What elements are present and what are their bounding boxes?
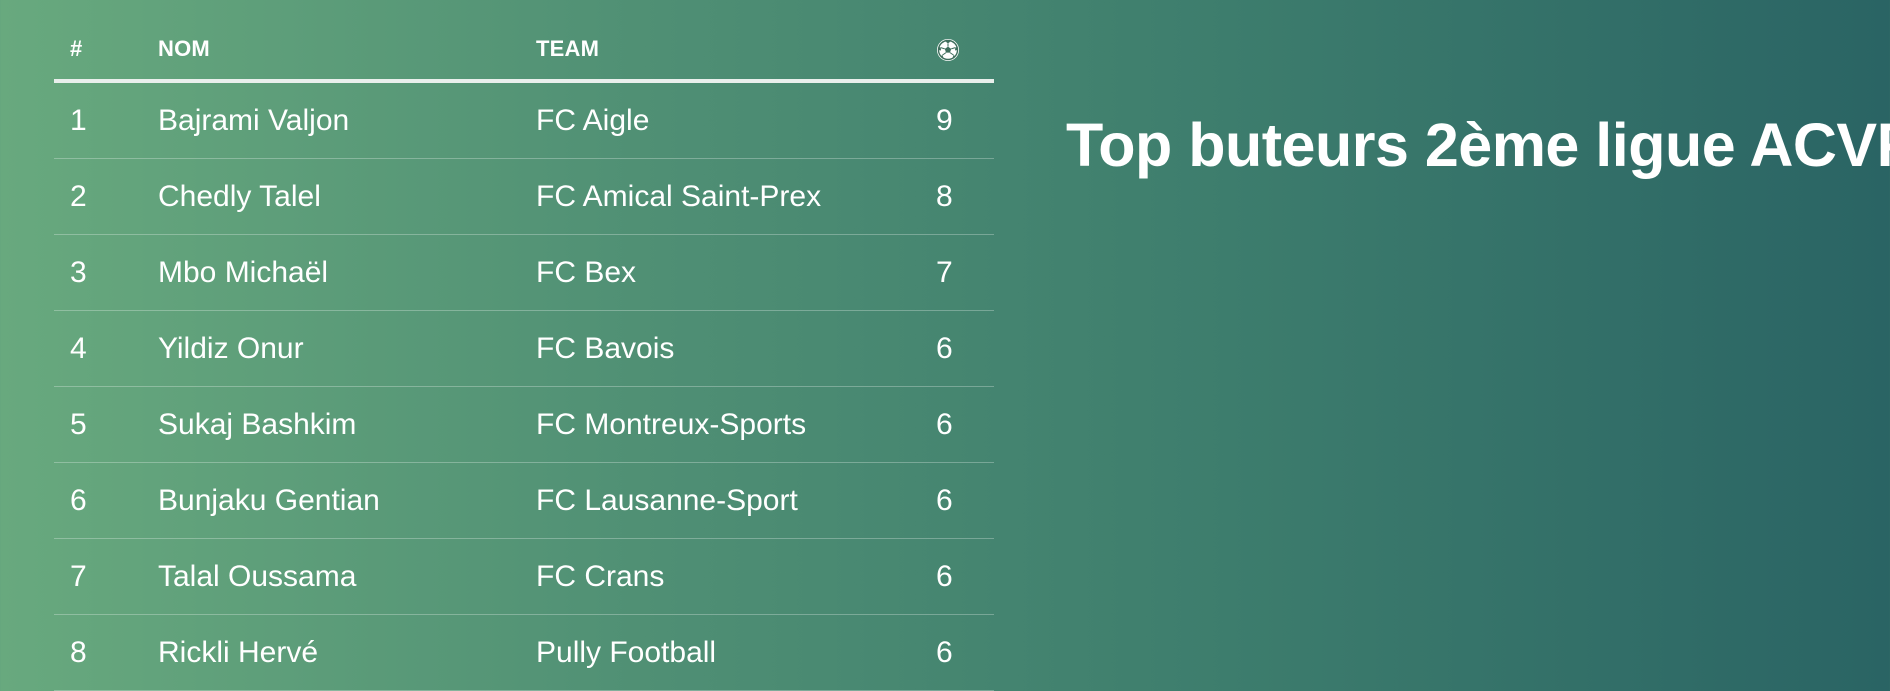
rank-column-header: # bbox=[54, 18, 158, 83]
player-name-cell: Yildiz Onur bbox=[158, 310, 536, 387]
table-row: 5 Sukaj Bashkim FC Montreux-Sports 6 bbox=[54, 386, 994, 463]
player-name-cell: Bajrami Valjon bbox=[158, 81, 536, 159]
rank-cell: 1 bbox=[54, 81, 158, 159]
team-cell: FC Bavois bbox=[536, 310, 936, 387]
rank-cell: 7 bbox=[54, 538, 158, 615]
team-cell: Pully Football bbox=[536, 614, 936, 691]
player-name-cell: Sukaj Bashkim bbox=[158, 386, 536, 463]
player-name-cell: Rickli Hervé bbox=[158, 614, 536, 691]
table-row: 1 Bajrami Valjon FC Aigle 9 bbox=[54, 81, 994, 159]
player-name-cell: Talal Oussama bbox=[158, 538, 536, 615]
rank-cell: 5 bbox=[54, 386, 158, 463]
player-name-cell: Chedly Talel bbox=[158, 158, 536, 235]
table-row: 4 Yildiz Onur FC Bavois 6 bbox=[54, 310, 994, 387]
rank-cell: 2 bbox=[54, 158, 158, 235]
team-cell: FC Aigle bbox=[536, 81, 936, 159]
goals-cell: 9 bbox=[936, 81, 994, 159]
table-body: 1 Bajrami Valjon FC Aigle 9 2 Chedly Tal… bbox=[54, 81, 994, 691]
header-row: # NOM TEAM bbox=[54, 18, 994, 83]
team-cell: FC Crans bbox=[536, 538, 936, 615]
goals-cell: 6 bbox=[936, 462, 994, 539]
team-column-header: TEAM bbox=[536, 18, 936, 83]
team-cell: FC Bex bbox=[536, 234, 936, 311]
rank-cell: 8 bbox=[54, 614, 158, 691]
table-header: # NOM TEAM bbox=[54, 18, 994, 83]
goals-cell: 6 bbox=[936, 538, 994, 615]
soccer-ball-icon bbox=[937, 38, 959, 61]
player-name-cell: Bunjaku Gentian bbox=[158, 462, 536, 539]
goals-column-header bbox=[936, 18, 994, 83]
goals-cell: 8 bbox=[936, 158, 994, 235]
goals-cell: 7 bbox=[936, 234, 994, 311]
team-cell: FC Lausanne-Sport bbox=[536, 462, 936, 539]
team-cell: FC Amical Saint-Prex bbox=[536, 158, 936, 235]
table-row: 6 Bunjaku Gentian FC Lausanne-Sport 6 bbox=[54, 462, 994, 539]
rank-cell: 4 bbox=[54, 310, 158, 387]
table-row: 8 Rickli Hervé Pully Football 6 bbox=[54, 614, 994, 691]
table-row: 3 Mbo Michaël FC Bex 7 bbox=[54, 234, 994, 311]
player-name-cell: Mbo Michaël bbox=[158, 234, 536, 311]
team-cell: FC Montreux-Sports bbox=[536, 386, 936, 463]
table-row: 7 Talal Oussama FC Crans 6 bbox=[54, 538, 994, 615]
table-row: 2 Chedly Talel FC Amical Saint-Prex 8 bbox=[54, 158, 994, 235]
top-scorers-table: # NOM TEAM 1 Bajrami Valjon FC Aigle 9 2… bbox=[54, 18, 994, 691]
goals-cell: 6 bbox=[936, 310, 994, 387]
rank-cell: 6 bbox=[54, 462, 158, 539]
name-column-header: NOM bbox=[158, 18, 536, 83]
goals-cell: 6 bbox=[936, 614, 994, 691]
page-title: Top buteurs 2ème ligue ACVF bbox=[1066, 111, 1890, 179]
goals-cell: 6 bbox=[936, 386, 994, 463]
rank-cell: 3 bbox=[54, 234, 158, 311]
